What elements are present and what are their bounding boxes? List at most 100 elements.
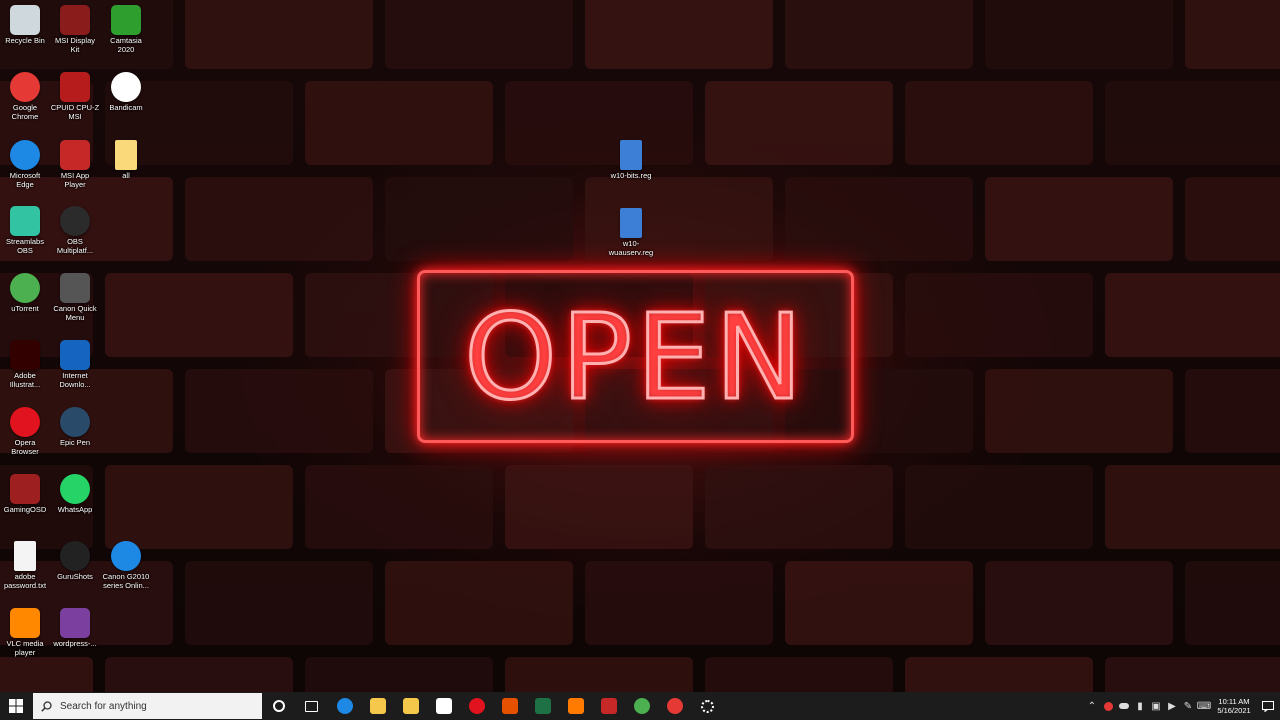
desktop-icon-label: Canon G2010 series Onlin... xyxy=(102,572,150,590)
taskbar-settings-button[interactable] xyxy=(691,692,724,720)
desktop-icon-0[interactable]: Recycle Bin xyxy=(0,5,50,46)
desktop-icon-9[interactable]: Streamlabs OBS xyxy=(0,206,50,255)
taskbar-record-button[interactable] xyxy=(658,692,691,720)
gaming-osd-icon xyxy=(10,474,40,504)
excel-icon xyxy=(534,698,551,714)
taskbar-clock[interactable]: 10:11 AM 5/16/2021 xyxy=(1212,697,1256,715)
desktop-icon-21[interactable]: Canon G2010 series Onlin... xyxy=(101,541,151,590)
utorrent-icon xyxy=(633,698,650,714)
desktop-icon-16[interactable]: Epic Pen xyxy=(50,407,100,448)
taskbar-office-button[interactable] xyxy=(493,692,526,720)
registry-file-icon xyxy=(620,208,642,238)
cortana-circle-icon xyxy=(272,700,285,712)
volume-icon[interactable]: ▶ xyxy=(1164,692,1180,720)
desktop-icon-17[interactable]: GamingOSD xyxy=(0,474,50,515)
windows-logo-icon xyxy=(9,699,23,713)
desktop-icon-label: w10-wuauserv.reg xyxy=(608,239,654,257)
neon-sign-text: OPEN xyxy=(463,287,807,426)
taskbar-opera-button[interactable] xyxy=(460,692,493,720)
desktop-icon-10[interactable]: OBS Multiplatf... xyxy=(50,206,100,255)
epic-pen-icon xyxy=(60,407,90,437)
desktop-icon-label: w10-bits.reg xyxy=(610,171,652,180)
edge-icon xyxy=(111,541,141,571)
desktop-icon-6[interactable]: Microsoft Edge xyxy=(0,140,50,189)
canon-quick-menu-icon xyxy=(60,273,90,303)
taskbar: ⌃ ▮ ▣ ▶ ✎ ⌨ 10:11 AM 5/16/2021 xyxy=(0,692,1280,720)
store-icon xyxy=(402,698,419,714)
desktop-icon-label: MSI App Player xyxy=(60,171,90,189)
tray-app-icon[interactable] xyxy=(1100,692,1116,720)
desktop-icon-14[interactable]: Internet Downlo... xyxy=(50,340,100,389)
opera-icon xyxy=(10,407,40,437)
taskbar-store-button[interactable] xyxy=(394,692,427,720)
taskbar-edge-button[interactable] xyxy=(328,692,361,720)
streamlabs-icon xyxy=(10,206,40,236)
desktop-icon-4[interactable]: CPUID CPU-Z MSI xyxy=(50,72,100,121)
desktop-icon-label: Google Chrome xyxy=(11,103,39,121)
desktop-icon-23[interactable]: wordpress-... xyxy=(50,608,100,649)
keyboard-icon[interactable]: ⌨ xyxy=(1196,692,1212,720)
desktop-icon-25[interactable]: w10-wuauserv.reg xyxy=(606,208,656,257)
action-center-button[interactable] xyxy=(1256,692,1280,720)
taskbar-mail-button[interactable] xyxy=(427,692,460,720)
taskbar-app-orange-button[interactable] xyxy=(559,692,592,720)
desktop-icon-20[interactable]: GuruShots xyxy=(50,541,100,582)
system-tray: ⌃ ▮ ▣ ▶ ✎ ⌨ 10:11 AM 5/16/2021 xyxy=(1084,692,1280,720)
taskbar-msi-app-button[interactable] xyxy=(592,692,625,720)
network-icon[interactable]: ▣ xyxy=(1148,692,1164,720)
show-hidden-icons-chevron-icon[interactable]: ⌃ xyxy=(1084,692,1100,720)
obs-icon xyxy=(60,206,90,236)
desktop-icon-label: Bandicam xyxy=(109,103,143,112)
pen-icon[interactable]: ✎ xyxy=(1180,692,1196,720)
microphone-icon[interactable]: ▮ xyxy=(1132,692,1148,720)
desktop-icon-19[interactable]: adobe password.txt xyxy=(0,541,50,590)
desktop-icon-label: all xyxy=(122,171,130,180)
search-input[interactable] xyxy=(60,700,250,712)
desktop-icon-label: wordpress-... xyxy=(53,639,97,648)
gear-icon xyxy=(701,699,714,713)
desktop-icon-12[interactable]: Canon Quick Menu xyxy=(50,273,100,322)
illustrator-icon xyxy=(10,340,40,370)
taskbar-file-explorer-button[interactable] xyxy=(361,692,394,720)
tray-cloud-icon[interactable] xyxy=(1116,692,1132,720)
msi-app-player-icon xyxy=(60,140,90,170)
gurushots-icon xyxy=(60,541,90,571)
registry-file-icon xyxy=(620,140,642,170)
vlc-icon xyxy=(10,608,40,638)
chrome-icon xyxy=(10,72,40,102)
desktop-icon-label: Epic Pen xyxy=(59,438,91,447)
desktop-icon-11[interactable]: uTorrent xyxy=(0,273,50,314)
cpuz-icon xyxy=(60,72,90,102)
taskbar-utorrent-button[interactable] xyxy=(625,692,658,720)
taskbar-excel-button[interactable] xyxy=(526,692,559,720)
opera-icon xyxy=(468,698,485,714)
app-icon xyxy=(567,698,584,714)
taskbar-cortana-button[interactable] xyxy=(262,692,295,720)
notification-icon xyxy=(1262,700,1274,712)
desktop-icon-label: Microsoft Edge xyxy=(9,171,41,189)
desktop-icon-label: GamingOSD xyxy=(3,505,47,514)
desktop-icon-1[interactable]: MSI Display Kit xyxy=(50,5,100,54)
desktop-icon-label: Adobe Illustrat... xyxy=(9,371,41,389)
desktop-icon-3[interactable]: Google Chrome xyxy=(0,72,50,121)
desktop-icon-2[interactable]: Camtasia 2020 xyxy=(101,5,151,54)
desktop-wallpaper: OPEN xyxy=(0,0,1280,692)
taskbar-task-view-button[interactable] xyxy=(295,692,328,720)
desktop-icon-7[interactable]: MSI App Player xyxy=(50,140,100,189)
desktop-icon-22[interactable]: VLC media player xyxy=(0,608,50,657)
edge-icon xyxy=(10,140,40,170)
desktop-icon-5[interactable]: Bandicam xyxy=(101,72,151,113)
clock-time: 10:11 AM xyxy=(1218,697,1250,706)
desktop-icon-24[interactable]: w10-bits.reg xyxy=(606,140,656,181)
desktop-icon-13[interactable]: Adobe Illustrat... xyxy=(0,340,50,389)
desktop-icon-18[interactable]: WhatsApp xyxy=(50,474,100,515)
desktop-icon-label: GuruShots xyxy=(57,572,93,581)
office-icon xyxy=(501,698,518,714)
taskbar-search-box[interactable] xyxy=(33,693,262,719)
desktop-icon-label: Opera Browser xyxy=(11,438,39,456)
desktop-icon-15[interactable]: Opera Browser xyxy=(0,407,50,456)
camtasia-icon xyxy=(111,5,141,35)
desktop-icon-8[interactable]: all xyxy=(101,140,151,181)
winrar-archive-icon xyxy=(60,608,90,638)
start-button[interactable] xyxy=(0,692,32,720)
